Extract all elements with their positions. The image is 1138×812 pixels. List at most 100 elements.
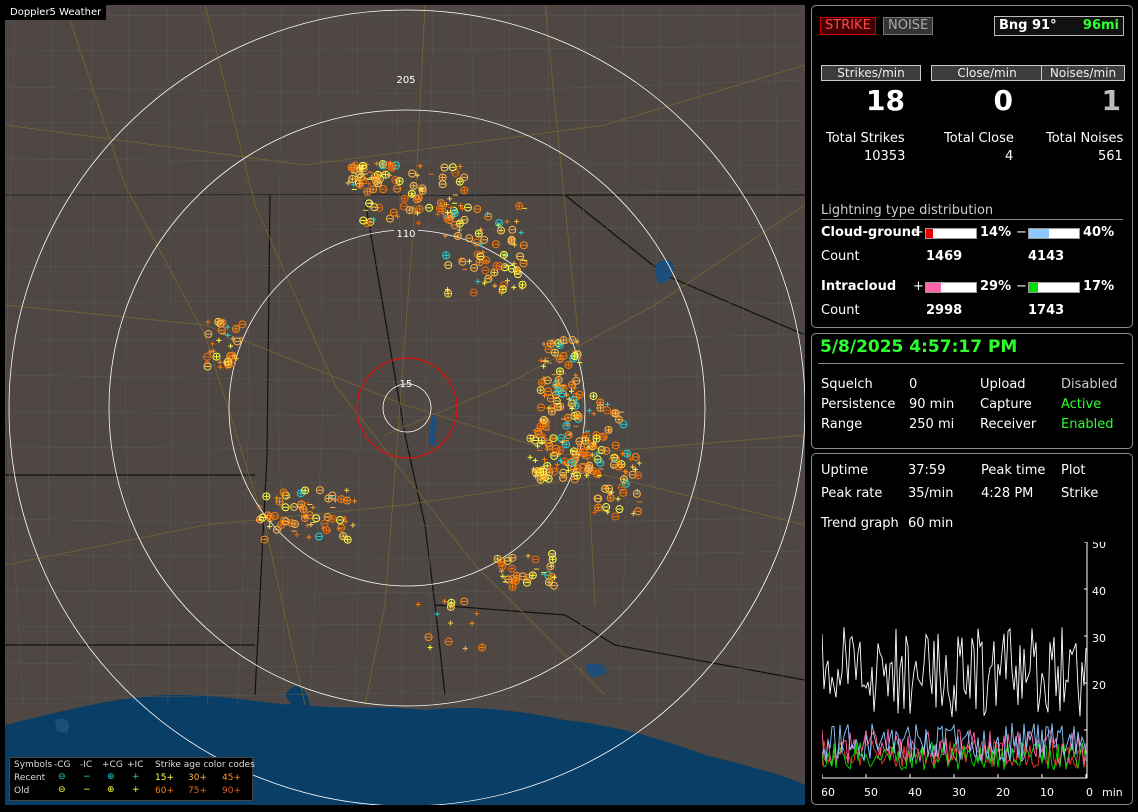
divider	[818, 363, 1124, 364]
strike-marker	[516, 252, 525, 261]
cg-neg-sign: −	[1016, 225, 1027, 240]
lake	[585, 663, 607, 677]
x-tick-60: 60	[822, 786, 835, 798]
strike-marker	[511, 284, 517, 290]
x-tick-20: 20	[996, 786, 1010, 798]
county-line	[166, 5, 173, 706]
plot-value[interactable]: Strike	[1061, 486, 1098, 501]
neg-ic-recent-icon: −	[83, 772, 91, 782]
county-line	[774, 5, 783, 706]
strike-marker	[623, 469, 629, 475]
strike-marker	[541, 422, 550, 431]
strike-marker	[446, 602, 455, 611]
strike-marker	[415, 601, 421, 607]
legend-header: Symbols	[14, 760, 53, 770]
persistence-value: 90 min	[909, 397, 955, 412]
strike-marker	[389, 208, 398, 217]
capture-value[interactable]: Active	[1061, 397, 1101, 412]
strike-marker	[555, 341, 564, 350]
strike-marker	[495, 219, 504, 228]
strike-marker	[272, 525, 281, 534]
strike-indicator[interactable]: STRIKE	[820, 17, 876, 35]
strike-marker	[484, 211, 490, 217]
strike-marker	[294, 532, 300, 538]
strike-marker	[299, 505, 308, 514]
strike-marker	[594, 503, 603, 512]
strike-marker	[300, 513, 309, 522]
strike-marker	[279, 488, 288, 497]
cg-negative-bar	[1028, 228, 1080, 239]
pos-ic-recent-icon: +	[132, 772, 140, 782]
strike-marker	[531, 555, 540, 564]
strike-marker	[438, 180, 447, 189]
strike-marker	[611, 409, 620, 418]
strike-marker	[500, 573, 506, 579]
strike-marker	[573, 464, 582, 473]
strike-marker	[462, 645, 468, 651]
strike-marker	[444, 261, 453, 270]
strike-marker	[453, 231, 462, 240]
ic-positive-bar	[925, 282, 977, 293]
strike-marker	[537, 403, 546, 412]
strike-marker	[570, 352, 579, 361]
strike-marker	[636, 460, 642, 466]
strike-marker	[492, 262, 501, 271]
trend-axes	[822, 542, 1088, 779]
strike-marker	[634, 471, 643, 480]
strike-marker	[527, 454, 533, 460]
strike-marker	[619, 475, 628, 484]
legend-age-title: Strike age color codes	[155, 760, 255, 770]
legend-old: Old	[14, 786, 30, 796]
strike-marker	[460, 597, 469, 606]
x-tick-0: 0	[1086, 786, 1093, 798]
county-line	[5, 662, 805, 670]
strike-marker	[232, 324, 241, 333]
ic-pos-pct: 29%	[980, 279, 1012, 294]
strike-marker	[450, 209, 459, 218]
strike-marker	[287, 519, 296, 528]
cg-neg-count: 4143	[1028, 249, 1065, 264]
strike-marker	[413, 195, 422, 204]
strike-marker	[504, 219, 510, 225]
noises-per-min-button[interactable]: Noises/min	[1041, 65, 1125, 81]
strike-marker	[212, 352, 221, 361]
lake	[654, 259, 674, 284]
strike-marker	[604, 425, 613, 434]
strike-marker	[337, 523, 346, 532]
strike-marker	[469, 620, 475, 626]
age-code: 30+	[188, 773, 207, 783]
ic-neg-sign: −	[1016, 279, 1027, 294]
strike-marker	[525, 553, 531, 559]
strike-marker	[448, 205, 454, 211]
cloud-ground-label: Cloud-ground	[821, 225, 921, 240]
county-line	[470, 5, 480, 706]
strike-marker	[394, 213, 400, 219]
y-tick-50: 50	[1092, 542, 1106, 551]
close-per-min-button[interactable]: Close/min	[931, 65, 1043, 81]
strike-marker	[363, 187, 372, 196]
noise-indicator[interactable]: NOISE	[883, 17, 934, 35]
upload-value[interactable]: Disabled	[1061, 377, 1117, 392]
receiver-value[interactable]: Enabled	[1061, 417, 1114, 432]
strike-marker	[546, 562, 555, 571]
strike-marker	[559, 336, 568, 345]
lightning-map[interactable]: 205 110 15 Doppler5 Weather Symbols -CG …	[5, 5, 805, 805]
strike-marker	[497, 226, 506, 235]
cg-neg-pct: 40%	[1083, 225, 1115, 240]
strike-marker	[544, 387, 553, 396]
series-total	[822, 627, 1087, 718]
strike-marker	[370, 203, 379, 212]
strike-marker	[238, 320, 247, 329]
county-line	[736, 5, 746, 706]
strike-marker	[393, 184, 402, 193]
strike-marker	[371, 216, 377, 222]
uptime-label: Uptime	[821, 463, 869, 478]
strike-marker	[290, 502, 299, 511]
strike-marker	[499, 250, 508, 259]
county-line	[46, 5, 54, 706]
cg-pos-sign: +	[913, 225, 924, 240]
map-canvas[interactable]: 205 110 15	[5, 5, 805, 805]
strike-marker	[581, 436, 590, 445]
strike-marker	[233, 337, 242, 346]
strikes-per-min-button[interactable]: Strikes/min	[821, 65, 921, 81]
